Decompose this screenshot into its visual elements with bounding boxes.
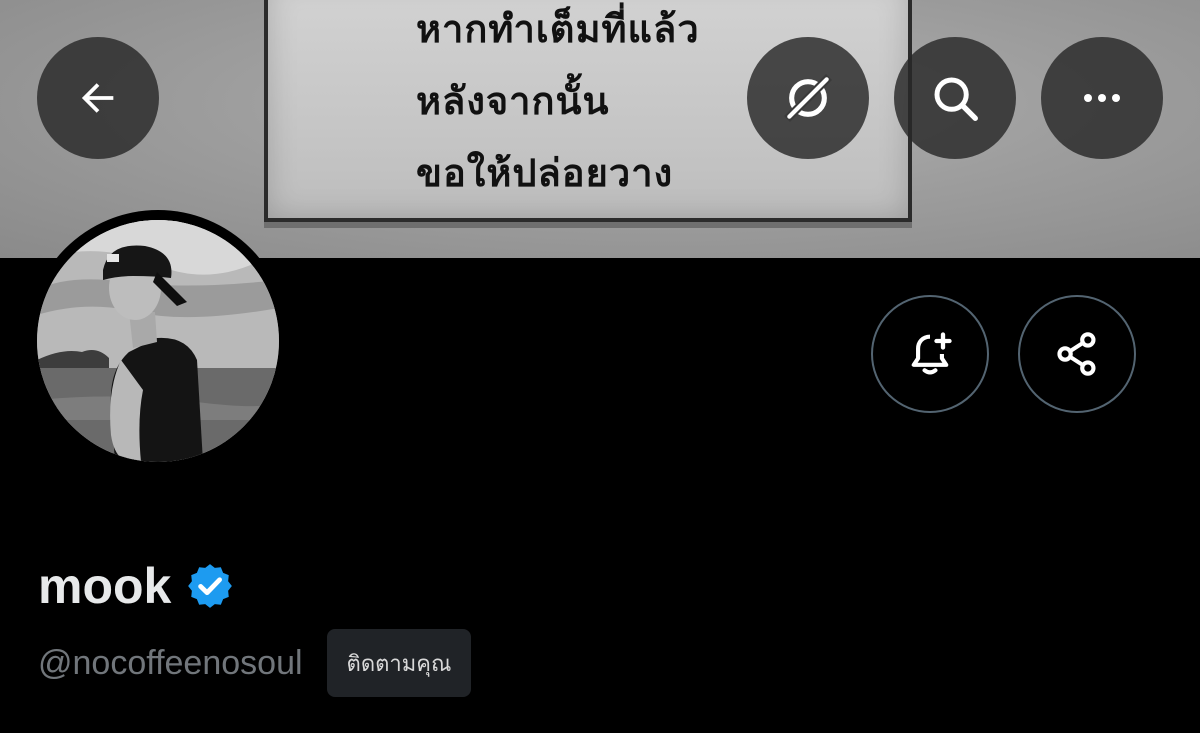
- notification-button[interactable]: [871, 295, 989, 413]
- banner-sign-line-1: หากทำเต็มที่แล้ว: [416, 7, 700, 51]
- more-horizontal-icon: [1084, 94, 1120, 102]
- profile-handle-row: @nocoffeenosoul ติดตามคุณ: [38, 629, 472, 697]
- more-button[interactable]: [1041, 37, 1163, 159]
- grok-icon: [784, 74, 832, 122]
- share-icon: [1057, 332, 1096, 376]
- back-button[interactable]: [37, 37, 159, 159]
- banner-sign-line-3: ขอให้ปล่อยวาง: [416, 151, 674, 195]
- share-button[interactable]: [1018, 295, 1136, 413]
- banner-sign-line-2: หลังจากนั้น: [416, 79, 610, 123]
- arrow-left-icon: [81, 83, 114, 113]
- profile-name-row: mook: [38, 554, 235, 618]
- bell-plus-icon: [911, 332, 952, 375]
- follows-you-badge: ติดตามคุณ: [326, 629, 472, 697]
- search-button[interactable]: [894, 37, 1016, 159]
- verified-badge-icon[interactable]: [185, 561, 235, 611]
- search-icon: [934, 77, 978, 121]
- user-handle: @nocoffeenosoul: [38, 644, 303, 682]
- grok-button[interactable]: [747, 37, 869, 159]
- avatar-photo: [37, 220, 279, 462]
- avatar[interactable]: [37, 220, 279, 462]
- display-name: mook: [38, 558, 172, 614]
